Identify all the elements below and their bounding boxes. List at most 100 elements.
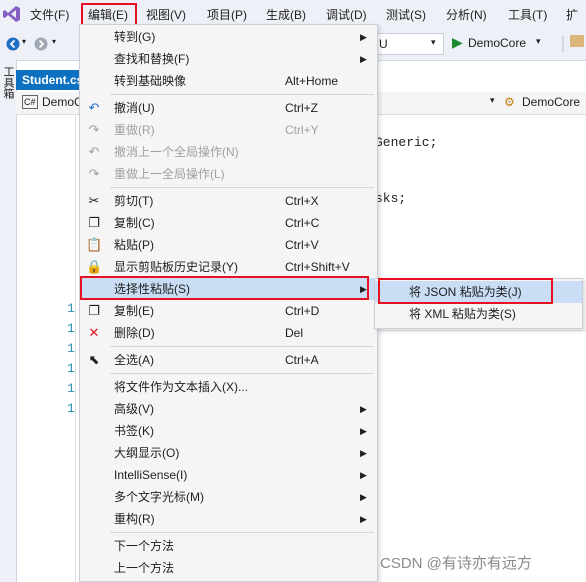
menu-item-paste[interactable]: 📋 粘贴(P) Ctrl+V	[80, 234, 377, 256]
menu-item-label: 粘贴(P)	[114, 238, 154, 252]
line-number: 1	[67, 401, 75, 416]
undo-icon: ↶	[88, 100, 100, 115]
menu-item-label: 全选(A)	[114, 353, 154, 367]
submenu-arrow-icon: ▶	[360, 426, 367, 436]
back-dropdown-icon[interactable]: ▾	[22, 37, 26, 46]
menu-separator	[110, 94, 374, 95]
menu-item-label: 撤消(U)	[114, 101, 155, 115]
forward-icon[interactable]	[34, 37, 48, 51]
menu-item-label: 显示剪贴板历史记录(Y)	[114, 260, 238, 274]
play-icon: ▶	[452, 34, 463, 50]
clipboard-history-icon: 🔒	[86, 259, 103, 274]
line-number: 1	[67, 361, 75, 376]
menu-extensions[interactable]: 扩	[566, 6, 578, 23]
menu-item-delete[interactable]: ✕ 删除(D) Del	[80, 322, 377, 344]
redo-icon: ↷	[88, 122, 100, 137]
submenu-arrow-icon: ▶	[360, 514, 367, 524]
menu-build[interactable]: 生成(B)	[266, 6, 306, 23]
menu-item-shortcut: Ctrl+Y	[285, 123, 319, 137]
menu-item-cut[interactable]: ✂ 剪切(T) Ctrl+X	[80, 190, 377, 212]
menu-item-global-undo[interactable]: ↶ 撤消上一个全局操作(N)	[80, 141, 377, 163]
visual-studio-logo-icon[interactable]	[2, 4, 22, 24]
forward-dropdown-icon[interactable]: ▾	[52, 37, 56, 46]
menu-item-label: 转到基础映像	[114, 74, 187, 88]
menu-item-label: 将文件作为文本插入(X)...	[114, 380, 248, 394]
delete-icon: ✕	[88, 325, 100, 340]
submenu-arrow-icon: ▶	[360, 448, 367, 458]
menu-tools[interactable]: 工具(T)	[508, 6, 547, 23]
line-number: 1	[67, 301, 75, 316]
menu-debug[interactable]: 调试(D)	[326, 6, 367, 23]
menu-item-duplicate[interactable]: ❐ 复制(E) Ctrl+D	[80, 300, 377, 322]
menu-item-paste-xml-as-classes[interactable]: 将 XML 粘贴为类(S)	[375, 303, 582, 325]
menu-item-label: 将 XML 粘贴为类(S)	[409, 307, 516, 321]
menu-item-outlining[interactable]: 大纲显示(O) ▶	[80, 442, 377, 464]
copy-icon: ❐	[88, 215, 100, 230]
edit-menu-dropdown: 转到(G) ▶ 查找和替换(F) ▶ 转到基础映像 Alt+Home ↶ 撤消(…	[79, 24, 378, 582]
menu-item-label: 下一个方法	[114, 539, 175, 553]
menu-item-label: 上一个方法	[114, 561, 175, 575]
menu-item-previous-method[interactable]: 上一个方法	[80, 557, 377, 579]
menu-item-goto[interactable]: 转到(G) ▶	[80, 26, 377, 48]
menu-item-label: 复制(C)	[114, 216, 155, 230]
menu-item-label: 大纲显示(O)	[114, 446, 180, 460]
menu-separator	[110, 187, 374, 188]
menu-item-next-method[interactable]: 下一个方法	[80, 535, 377, 557]
menu-item-label: 复制(E)	[114, 304, 154, 318]
menu-item-undo[interactable]: ↶ 撤消(U) Ctrl+Z	[80, 97, 377, 119]
solution-platform-select[interactable]: U ▾	[376, 33, 444, 55]
menu-item-label: 查找和替换(F)	[114, 52, 190, 66]
menu-item-advanced[interactable]: 高级(V) ▶	[80, 398, 377, 420]
toolbox-tab[interactable]: 工具箱	[0, 66, 16, 99]
menu-item-shortcut: Alt+Home	[285, 74, 339, 88]
menu-item-goto-base[interactable]: 转到基础映像 Alt+Home	[80, 70, 377, 92]
menu-separator	[110, 532, 374, 533]
document-tab[interactable]: Student.cs	[16, 70, 88, 90]
menu-item-global-redo[interactable]: ↷ 重做上一全局操作(L)	[80, 163, 377, 185]
project-dropdown-value[interactable]: DemoC	[42, 95, 83, 109]
duplicate-icon: ❐	[88, 303, 100, 318]
menu-item-label: 重构(R)	[114, 512, 155, 526]
chevron-down-icon: ▾	[431, 37, 436, 47]
paste-json-highlight-box	[378, 278, 553, 304]
menu-test[interactable]: 测试(S)	[386, 6, 426, 23]
folder-icon[interactable]	[570, 35, 584, 47]
menu-file[interactable]: 文件(F)	[30, 6, 69, 23]
menu-item-bookmarks[interactable]: 书签(K) ▶	[80, 420, 377, 442]
menu-analyze[interactable]: 分析(N)	[446, 6, 487, 23]
menu-project[interactable]: 项目(P)	[207, 6, 247, 23]
submenu-arrow-icon: ▶	[360, 32, 367, 42]
menu-item-shortcut: Ctrl+A	[285, 353, 319, 367]
chevron-down-icon: ▾	[536, 36, 541, 46]
menu-item-multi-caret[interactable]: 多个文字光标(M) ▶	[80, 486, 377, 508]
global-undo-icon: ↶	[88, 144, 100, 159]
menu-item-shortcut: Ctrl+Z	[285, 101, 318, 115]
menu-item-select-all[interactable]: ⬉ 全选(A) Ctrl+A	[80, 349, 377, 371]
start-debug-button[interactable]: ▶ DemoCore ▾	[450, 33, 550, 53]
current-line-indicator	[376, 330, 586, 331]
menu-item-shortcut: Del	[285, 326, 304, 340]
menu-item-label: 重做上一全局操作(L)	[114, 167, 225, 181]
menu-item-insert-file[interactable]: 将文件作为文本插入(X)...	[80, 376, 377, 398]
menu-item-clipboard-history[interactable]: 🔒 显示剪贴板历史记录(Y) Ctrl+Shift+V	[80, 256, 377, 278]
menu-item-find-replace[interactable]: 查找和替换(F) ▶	[80, 48, 377, 70]
cut-icon: ✂	[88, 193, 100, 208]
menu-item-intellisense[interactable]: IntelliSense(I) ▶	[80, 464, 377, 486]
submenu-arrow-icon: ▶	[360, 404, 367, 414]
menu-item-refactor[interactable]: 重构(R) ▶	[80, 508, 377, 530]
menu-item-label: 删除(D)	[114, 326, 155, 340]
menu-item-label: IntelliSense(I)	[114, 468, 188, 482]
menu-item-label: 撤消上一个全局操作(N)	[114, 145, 239, 159]
submenu-arrow-icon: ▶	[360, 470, 367, 480]
menu-item-shortcut: Ctrl+X	[285, 194, 319, 208]
menu-item-label: 多个文字光标(M)	[114, 490, 204, 504]
editor-margin-line	[75, 115, 76, 582]
menu-item-redo[interactable]: ↷ 重做(R) Ctrl+Y	[80, 119, 377, 141]
type-dropdown-value[interactable]: DemoCore	[522, 95, 580, 109]
menu-item-label: 书签(K)	[114, 424, 154, 438]
back-icon[interactable]	[6, 37, 20, 51]
menu-item-copy[interactable]: ❐ 复制(C) Ctrl+C	[80, 212, 377, 234]
menu-view[interactable]: 视图(V)	[146, 6, 186, 23]
chevron-down-icon[interactable]: ▾	[490, 95, 495, 106]
menu-item-label: 高级(V)	[114, 402, 154, 416]
